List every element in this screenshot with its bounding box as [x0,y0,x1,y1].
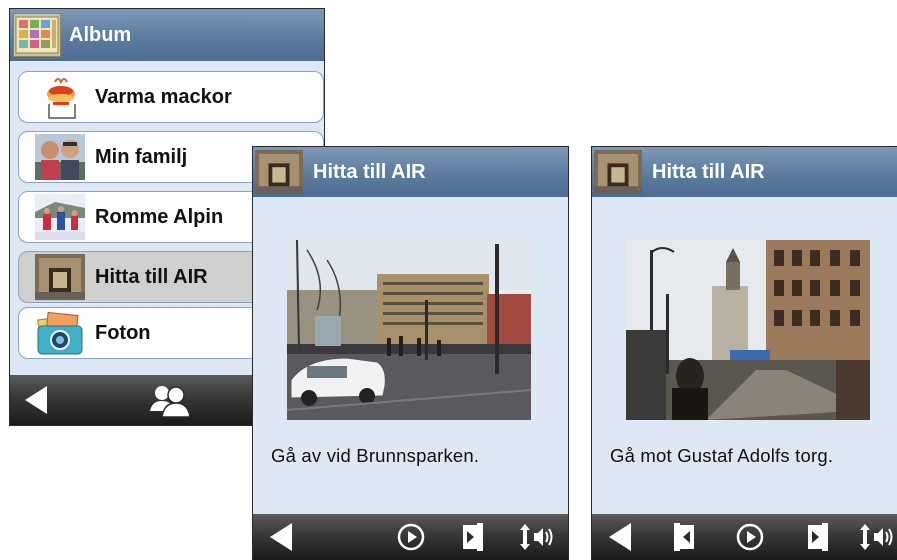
step-toolbar-2 [592,514,897,560]
play-button[interactable] [730,514,770,560]
step-caption-1: Gå av vid Brunnsparken. [271,445,480,466]
step-title-1: Hitta till AIR [313,160,426,183]
family-photo-icon [35,134,85,180]
list-item-label: Min familj [95,145,188,168]
next-page-icon [808,523,828,551]
back-button[interactable] [600,514,640,560]
play-button[interactable] [391,514,431,560]
step-caption-2: Gå mot Gustaf Adolfs torg. [610,445,834,466]
ski-photo-icon [35,194,85,240]
step-photo-1[interactable] [287,240,531,420]
step-photo-2[interactable] [626,240,870,420]
building-photo-icon [255,150,303,194]
camera-icon [35,310,85,356]
step-screen-1: Hitta till AIR Gå av vid Brunnsparken. [252,146,569,560]
back-icon [270,523,292,551]
back-button[interactable] [261,514,301,560]
back-icon [25,386,47,414]
album-app-icon [13,13,61,57]
contacts-icon [150,386,191,417]
list-item-label: Foton [95,321,151,344]
building-photo-icon [35,254,85,300]
sandwich-icon [35,74,85,120]
step-title-2: Hitta till AIR [652,160,765,183]
play-icon [397,523,425,551]
volume-icon [860,524,893,550]
back-button[interactable] [16,375,56,425]
step-header-1: Hitta till AIR [253,147,568,197]
step-toolbar-1 [253,514,568,560]
next-page-button[interactable] [798,514,838,560]
next-page-button[interactable] [453,514,493,560]
album-header: Album [10,9,324,61]
step-header-2: Hitta till AIR [592,147,897,197]
next-page-icon [463,523,483,551]
previous-page-button[interactable] [664,514,704,560]
volume-button[interactable] [515,514,559,560]
album-title: Album [69,23,132,46]
back-icon [609,523,631,551]
list-item-label: Hitta till AIR [95,265,208,288]
contacts-button[interactable] [144,375,196,425]
building-photo-icon [594,150,642,194]
play-icon [736,523,764,551]
previous-page-icon [674,523,694,551]
volume-button[interactable] [858,514,897,560]
list-item-varma-mackor[interactable]: Varma mackor [18,71,324,123]
list-item-label: Romme Alpin [95,205,224,228]
volume-icon [520,524,553,550]
list-item-label: Varma mackor [95,85,232,108]
step-screen-2: Hitta till AIR Gå mot Gustaf Adolfs torg… [591,146,897,560]
